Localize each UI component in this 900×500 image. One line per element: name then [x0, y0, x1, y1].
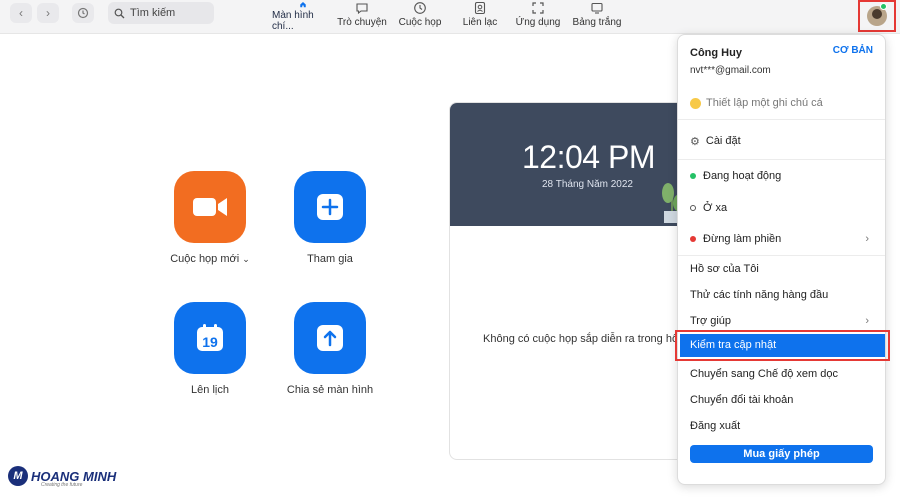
divider	[678, 255, 885, 256]
settings-item[interactable]: ⚙ Cài đặt	[678, 131, 885, 151]
clock-date: 28 Tháng Năm 2022	[542, 179, 633, 190]
online-status-dot	[880, 3, 887, 10]
plus-icon	[317, 194, 343, 220]
highlight-box	[675, 330, 890, 361]
chevron-right-icon: ›	[865, 315, 869, 327]
schedule-button[interactable]: 19	[174, 302, 246, 374]
sign-out-item[interactable]: Đăng xuất	[678, 416, 885, 436]
status-active-item[interactable]: Đang hoạt động	[678, 166, 885, 186]
tab-apps-label: Ứng dụng	[515, 17, 561, 28]
share-screen-icon	[317, 325, 343, 351]
tab-contacts[interactable]: Liên lạc	[458, 0, 502, 32]
personal-note-label: Thiết lập một ghi chú cá	[706, 97, 823, 109]
divider	[678, 159, 885, 160]
calendar-day: 19	[202, 334, 218, 350]
tab-home-label: Màn hình chí...	[272, 10, 314, 32]
chevron-left-icon: ‹	[19, 6, 23, 20]
history-button[interactable]	[72, 3, 94, 23]
apps-icon	[532, 2, 544, 14]
home-icon	[300, 2, 306, 8]
share-screen-label: Chia sẻ màn hình	[286, 384, 374, 396]
tab-apps[interactable]: Ứng dụng	[514, 0, 562, 32]
tab-whiteboard-label: Bảng trắng	[572, 17, 622, 28]
tab-whiteboard[interactable]: Bảng trắng	[570, 0, 624, 32]
share-screen-button[interactable]	[294, 302, 366, 374]
join-label: Tham gia	[307, 253, 353, 265]
new-meeting-label: Cuộc họp mới ⌄	[170, 253, 250, 265]
status-away-label: Ở xa	[703, 202, 728, 214]
contacts-icon	[474, 1, 486, 15]
portrait-view-item[interactable]: Chuyển sang Chế độ xem dọc	[678, 364, 885, 384]
profile-avatar-button[interactable]	[858, 0, 896, 32]
forward-button[interactable]: ›	[37, 3, 59, 23]
do-not-disturb-icon	[690, 236, 696, 242]
schedule-label: Lên lịch	[191, 384, 229, 396]
chevron-right-icon: ›	[865, 233, 869, 245]
upcoming-meetings-panel: 12:04 PM 28 Tháng Năm 2022	[449, 102, 689, 460]
calendar-icon: 19	[197, 324, 223, 351]
clock-icon	[414, 2, 426, 14]
my-profile-item[interactable]: Hồ sơ của Tôi	[678, 259, 885, 279]
status-green-dot-icon	[690, 173, 696, 179]
video-camera-icon	[193, 198, 227, 216]
tab-contacts-label: Liên lạc	[462, 17, 498, 28]
status-away-item[interactable]: Ở xa	[678, 198, 885, 218]
chevron-right-icon: ›	[46, 6, 50, 20]
search-placeholder: Tìm kiếm	[130, 7, 176, 19]
profile-email: nvt***@gmail.com	[690, 64, 771, 76]
join-button[interactable]	[294, 171, 366, 243]
search-input[interactable]: Tìm kiếm	[108, 2, 214, 24]
hoang-minh-logo: M HOANG MINH Creating the future	[8, 466, 116, 488]
history-icon	[77, 7, 89, 19]
tab-meetings[interactable]: Cuộc họp	[396, 0, 444, 32]
divider	[678, 119, 885, 120]
emoji-icon	[690, 97, 701, 109]
logo-mark: M	[8, 466, 28, 486]
new-meeting-button[interactable]	[174, 171, 246, 243]
help-label: Trợ giúp	[690, 315, 732, 327]
tab-meetings-label: Cuộc họp	[398, 17, 442, 28]
status-dnd-label: Đừng làm phiền	[703, 233, 782, 245]
switch-account-item[interactable]: Chuyển đổi tài khoản	[678, 390, 885, 410]
plan-badge[interactable]: CƠ BẢN	[833, 45, 873, 56]
settings-label: Cài đặt	[705, 135, 741, 147]
top-toolbar: ‹ › Tìm kiếm Màn hình chí... Trò chuyện …	[0, 0, 900, 34]
logo-tagline: Creating the future	[41, 482, 83, 488]
profile-menu: Công Huy CƠ BẢN nvt***@gmail.com Thiết l…	[677, 34, 886, 485]
back-button[interactable]: ‹	[10, 3, 32, 23]
status-active-label: Đang hoạt động	[703, 170, 782, 182]
buy-license-button[interactable]: Mua giấy phép	[690, 445, 873, 463]
no-meetings-text: Không có cuộc họp sắp diễn ra trong hôm	[483, 333, 688, 345]
moon-icon	[690, 205, 696, 211]
personal-note-item[interactable]: Thiết lập một ghi chú cá	[678, 93, 885, 113]
clock-time: 12:04 PM	[522, 139, 655, 175]
tab-home[interactable]: Màn hình chí...	[272, 0, 334, 32]
help-item[interactable]: Trợ giúp ›	[678, 311, 885, 331]
try-features-item[interactable]: Thử các tính năng hàng đầu	[678, 285, 885, 305]
chevron-down-icon: ⌄	[242, 254, 250, 264]
clock-banner: 12:04 PM 28 Tháng Năm 2022	[450, 103, 688, 226]
tab-chat-label: Trò chuyện	[337, 17, 387, 28]
search-icon	[114, 8, 125, 18]
status-dnd-item[interactable]: Đừng làm phiền ›	[678, 229, 885, 249]
chat-icon	[356, 3, 368, 15]
gear-icon: ⚙	[690, 135, 700, 148]
whiteboard-icon	[591, 2, 603, 14]
tab-chat[interactable]: Trò chuyện	[336, 0, 388, 32]
